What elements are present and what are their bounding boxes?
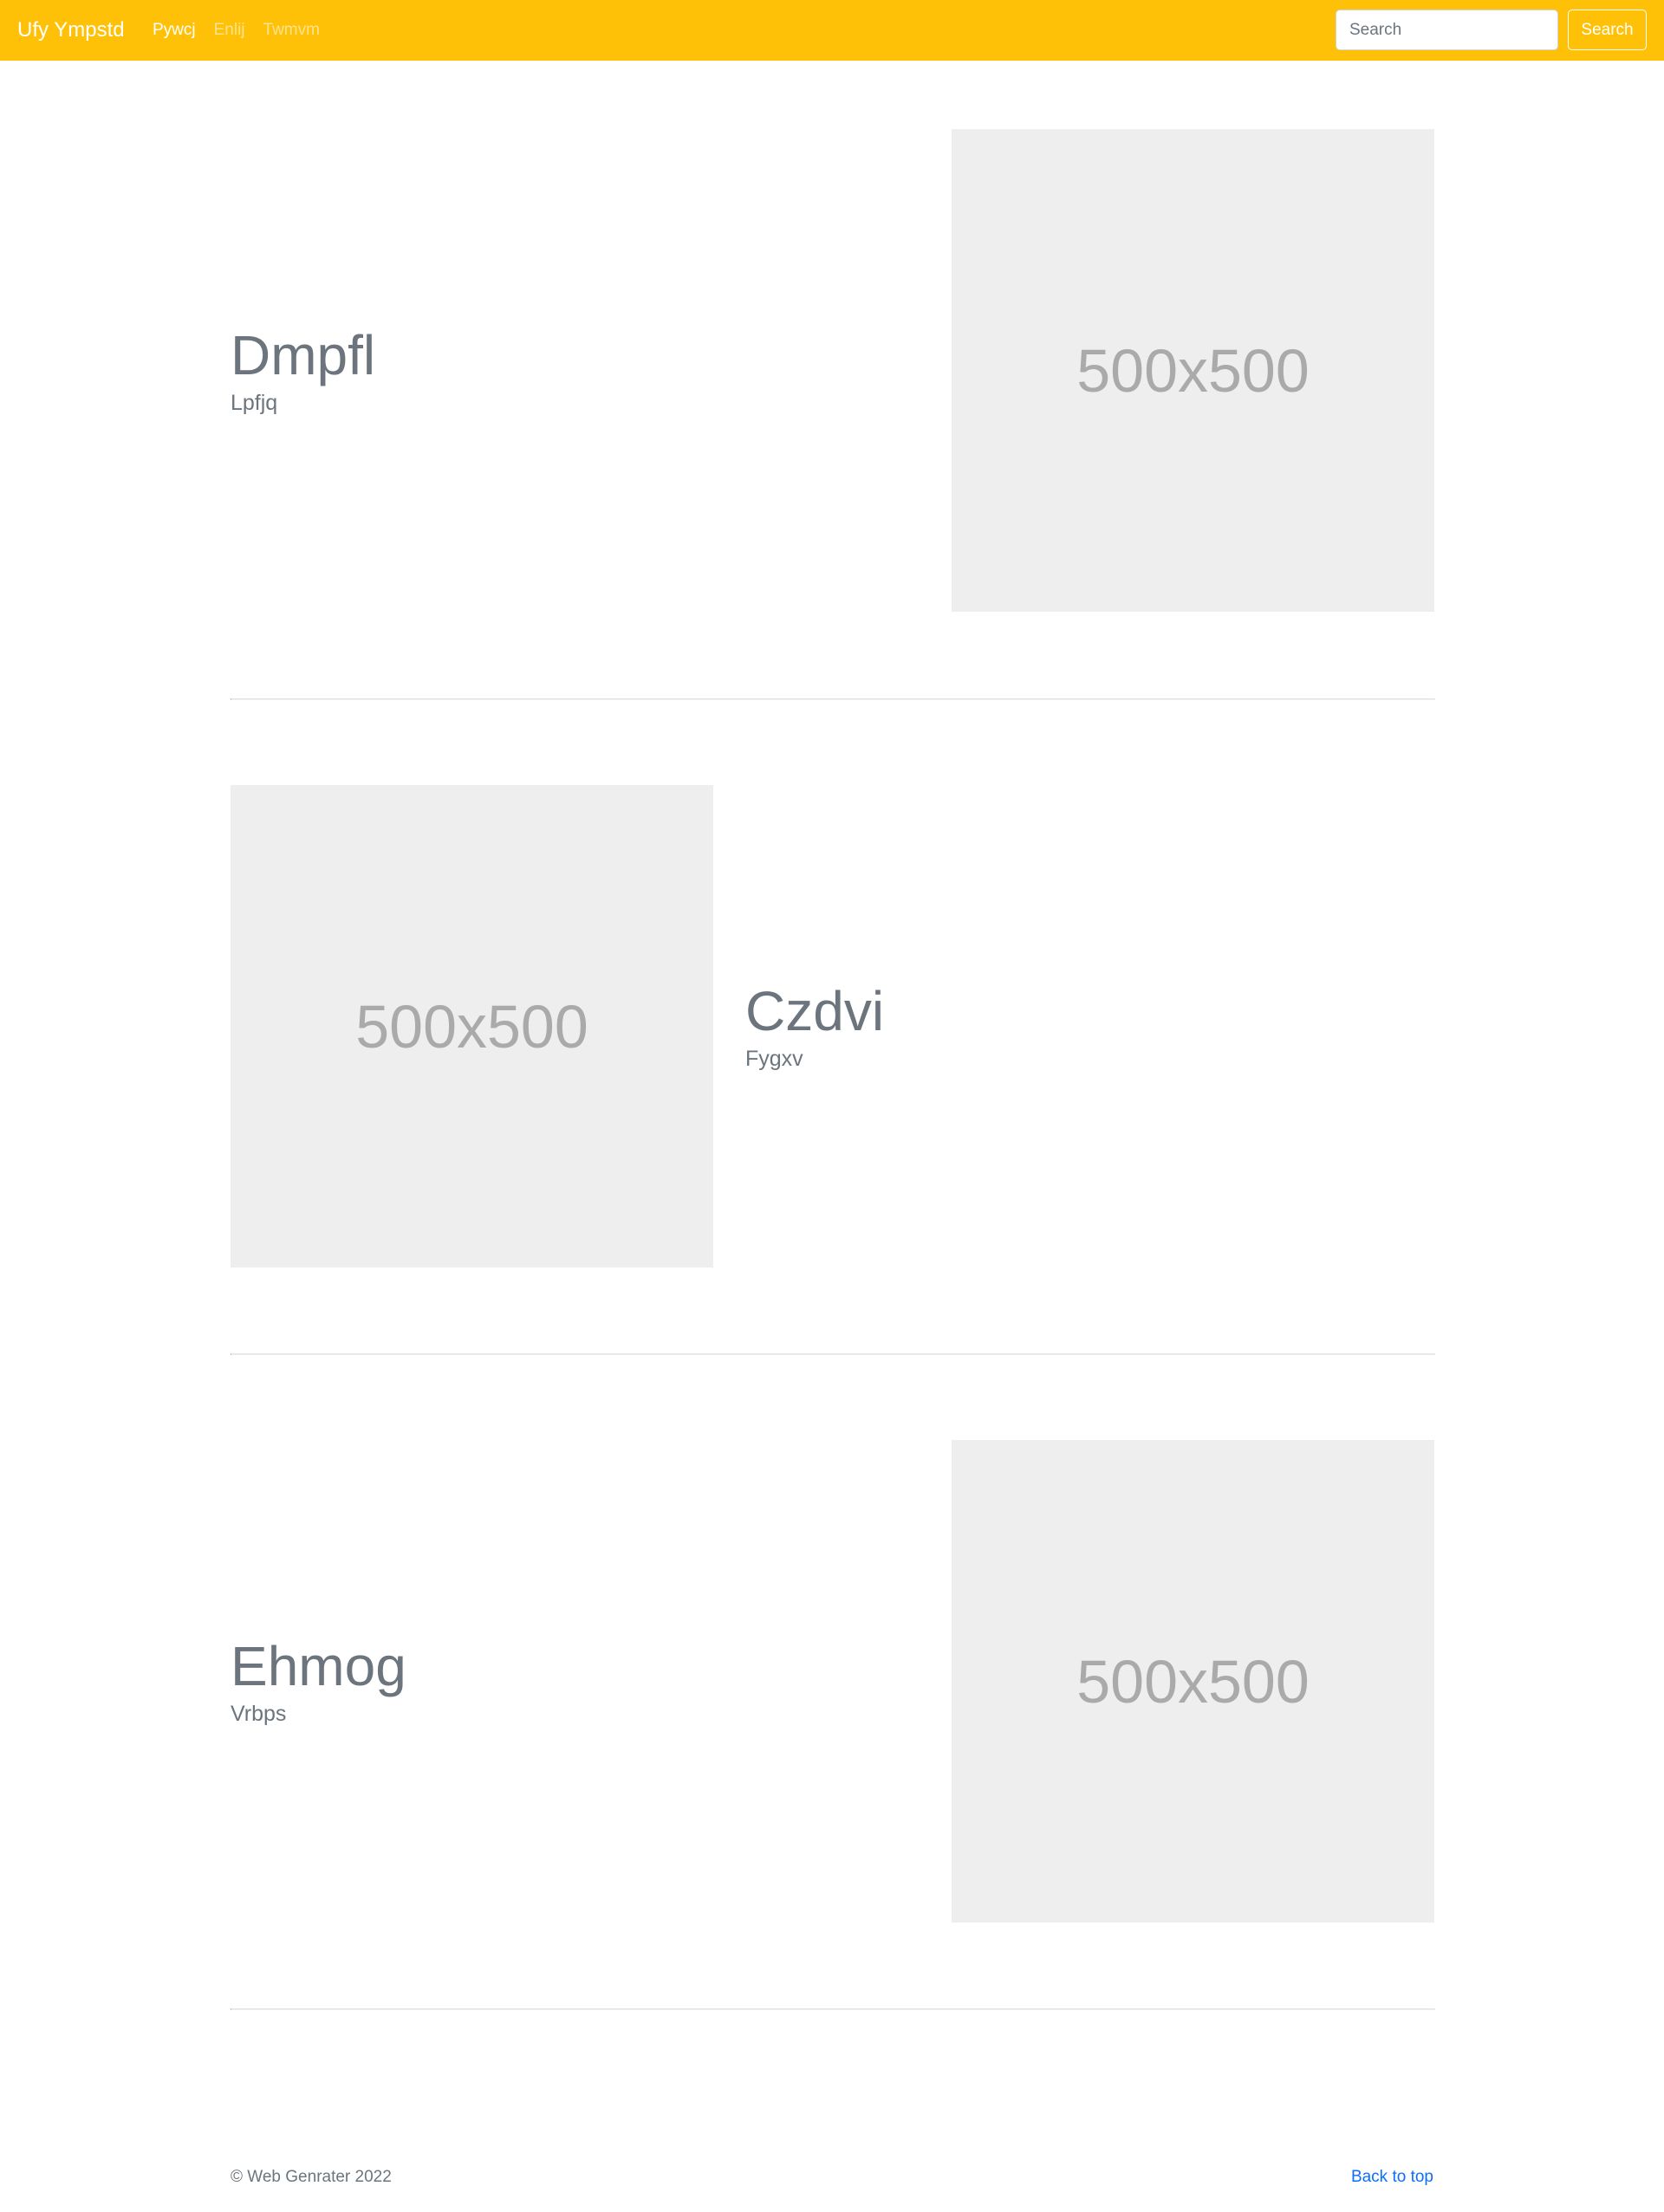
nav-link-twmvm[interactable]: Twmvm <box>263 21 320 40</box>
placeholder-label: 500x500 <box>1076 1647 1310 1716</box>
nav-link-enlij[interactable]: Enlij <box>214 21 245 40</box>
feature-1: Dmpfl Lpfjq 500x500 <box>231 129 1434 612</box>
feature-3: Ehmog Vrbps 500x500 <box>231 1440 1434 1923</box>
feature-lead: Vrbps <box>231 1702 287 1727</box>
nav-link-pywcj[interactable]: Pywcj <box>153 21 196 40</box>
navbar: Ufy Ympstd Pywcj Enlij Twmvm Search <box>0 0 1664 61</box>
feature-text: Ehmog Vrbps <box>231 1440 406 1923</box>
back-to-top-link[interactable]: Back to top <box>1351 2168 1433 2187</box>
feature-text: Dmpfl Lpfjq <box>231 129 375 612</box>
featurette-divider <box>231 698 1435 700</box>
featurette-divider <box>231 2008 1435 2010</box>
featurette-divider <box>231 1353 1435 1355</box>
placeholder-label: 500x500 <box>355 992 588 1061</box>
feature-heading: Czdvi <box>745 979 885 1042</box>
feature-text: Czdvi Fygxv <box>745 785 884 1268</box>
brand-logo[interactable]: Ufy Ympstd <box>17 0 125 61</box>
feature-heading: Dmpfl <box>231 323 376 386</box>
search-input[interactable] <box>1336 10 1558 50</box>
placeholder-label: 500x500 <box>1076 336 1310 405</box>
feature-image-placeholder: 500x500 <box>952 129 1434 612</box>
feature-2: 500x500 Czdvi Fygxv <box>231 785 1433 1268</box>
footer-copyright: © Web Genrater 2022 <box>231 2168 392 2186</box>
nav-links: Pywcj Enlij Twmvm <box>153 0 320 61</box>
feature-heading: Ehmog <box>231 1634 406 1697</box>
feature-image-placeholder: 500x500 <box>231 785 713 1268</box>
feature-lead: Lpfjq <box>231 391 278 416</box>
search-button[interactable]: Search <box>1568 10 1647 50</box>
feature-lead: Fygxv <box>745 1047 803 1072</box>
feature-image-placeholder: 500x500 <box>952 1440 1434 1923</box>
